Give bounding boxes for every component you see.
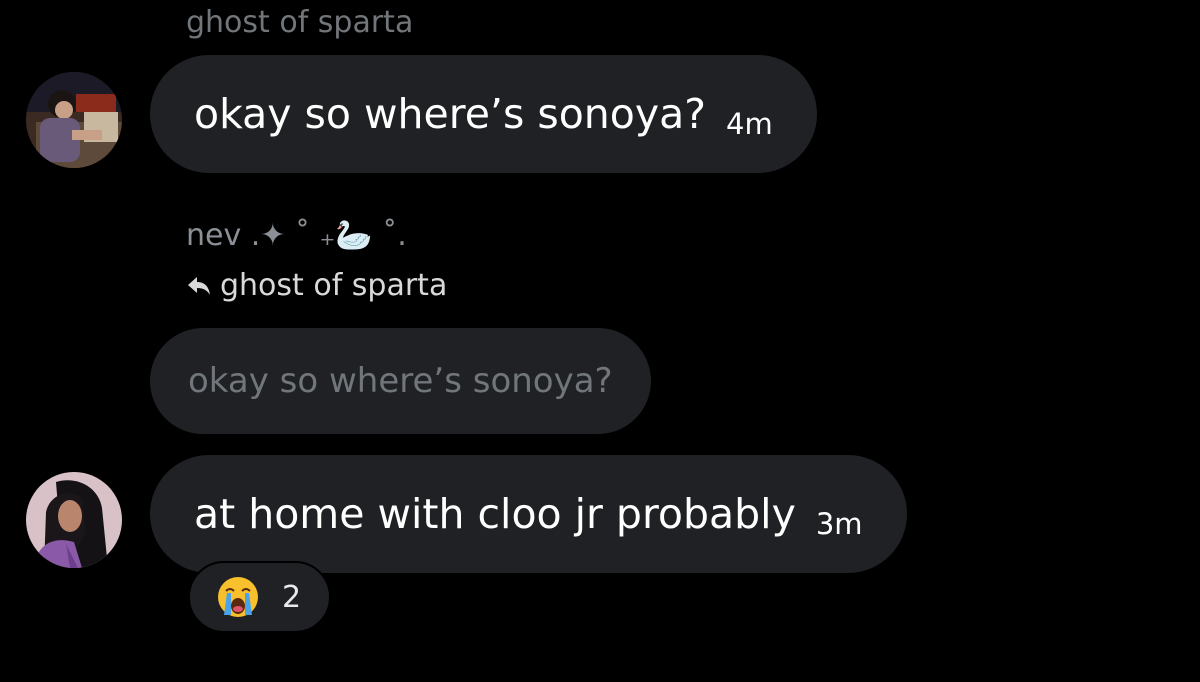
crying-face-emoji-icon (218, 577, 258, 617)
sender-name: ghost of sparta (186, 5, 414, 40)
message-text: okay so where’s sonoya? (194, 90, 707, 138)
quoted-message-text: okay so where’s sonoya? (188, 361, 613, 401)
reaction-count: 2 (282, 579, 302, 615)
quoted-message[interactable]: okay so where’s sonoya? (150, 328, 651, 434)
message-bubble[interactable]: at home with cloo jr probably 3m (150, 455, 907, 573)
message-timestamp: 3m (815, 507, 863, 541)
avatar-photo-icon (26, 72, 122, 168)
message-text: at home with cloo jr probably (194, 490, 796, 538)
avatar-illustration-icon (26, 472, 122, 568)
sender-name: nev .✦ ˚ ₊🦢 ˚. (186, 218, 407, 253)
reply-arrow-icon (188, 276, 210, 295)
reply-to-name: ghost of sparta (220, 268, 448, 303)
reaction-pill[interactable]: 2 (188, 561, 332, 633)
reply-indicator[interactable]: ghost of sparta (186, 268, 447, 303)
avatar[interactable] (26, 72, 122, 168)
avatar[interactable] (26, 472, 122, 568)
message-timestamp: 4m (726, 107, 773, 141)
message-bubble[interactable]: okay so where’s sonoya? 4m (150, 55, 817, 173)
